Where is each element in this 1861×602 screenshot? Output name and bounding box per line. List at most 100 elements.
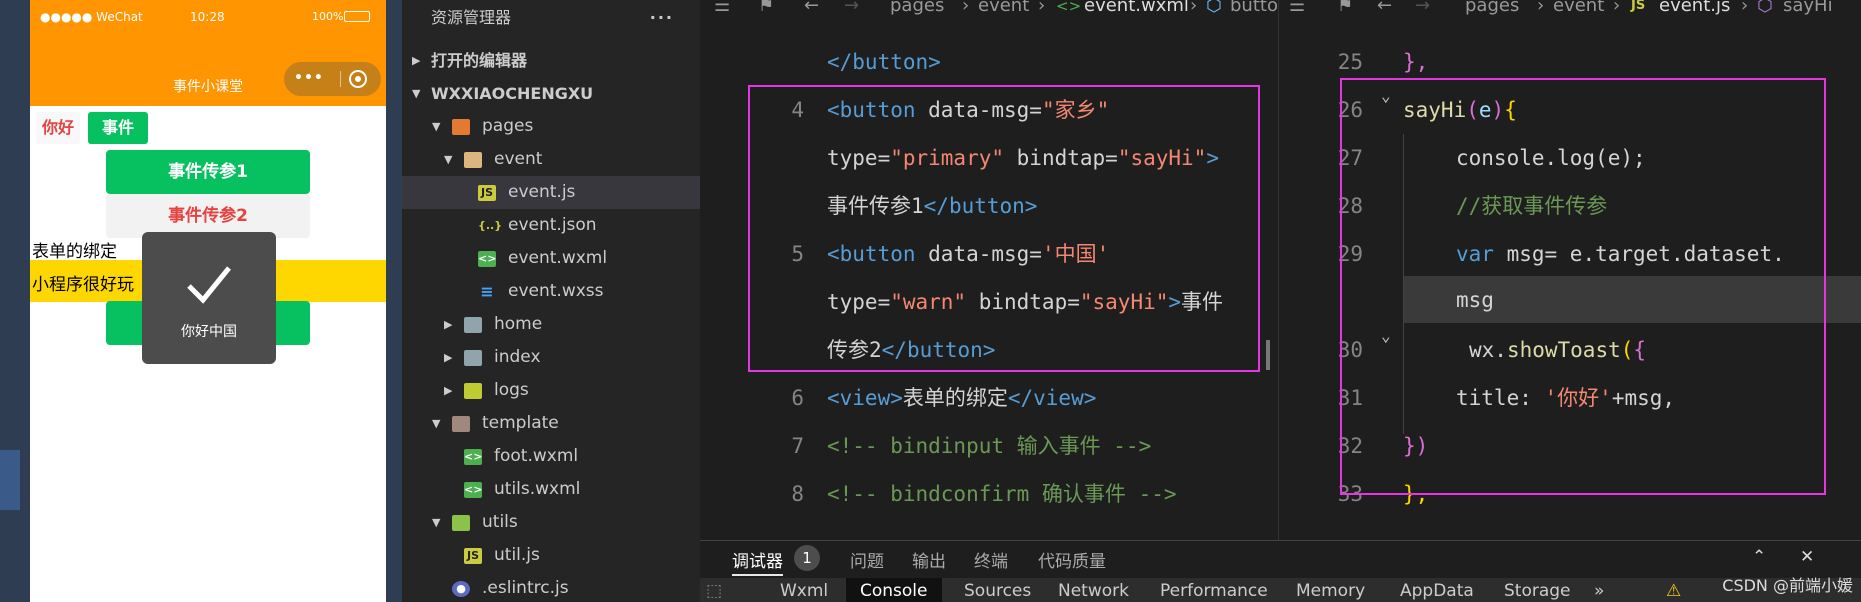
tree-item-event-wxml[interactable]: <> event.wxml <box>402 242 700 275</box>
hello-button[interactable]: 你好 <box>36 112 80 144</box>
tree-item-home[interactable]: ▶ home <box>402 308 700 341</box>
tree-item-util-js[interactable]: JS util.js <box>402 539 700 572</box>
tree-item-event-js[interactable]: JS event.js <box>402 176 700 209</box>
tab-console[interactable]: Console <box>846 578 942 602</box>
tab-terminal[interactable]: 终端 <box>974 547 1008 572</box>
toast: 你好中国 <box>142 232 276 364</box>
inspect-icon[interactable]: ⬚ <box>706 581 722 601</box>
breadcrumb-separator: › <box>1613 0 1621 16</box>
tree-item-label: pages <box>482 116 534 136</box>
tree-item-label: home <box>494 314 543 334</box>
chevron-right-icon: ▶ <box>444 351 453 364</box>
tab-sources[interactable]: Sources <box>964 581 1031 601</box>
tab-memory[interactable]: Memory <box>1296 581 1365 601</box>
chevron-right-icon: ▶ <box>444 384 453 397</box>
breadcrumb-pages[interactable]: pages <box>890 0 944 15</box>
breadcrumb-event[interactable]: event <box>978 0 1029 15</box>
code-token: </view> <box>1007 386 1097 410</box>
wxss-file-icon: ≡ <box>480 282 494 301</box>
open-editors-section[interactable]: ▶ 打开的编辑器 <box>402 44 700 77</box>
breadcrumb-separator: › <box>1190 0 1198 16</box>
menu-capsule[interactable]: ••• <box>284 62 381 96</box>
breadcrumb-pages[interactable]: pages <box>1465 0 1519 15</box>
tree-item-template[interactable]: ▼ template <box>402 407 700 440</box>
tab-output[interactable]: 输出 <box>912 547 946 572</box>
line-number: 25 <box>1337 50 1363 74</box>
back-arrow-icon[interactable]: ← <box>804 0 819 15</box>
simulator-frame: ●●●●● WeChat 10:28 100% 事件小课堂 ••• 你好 事件 … <box>0 0 402 602</box>
folder-open-icon <box>452 515 470 531</box>
event-button[interactable]: 事件 <box>88 112 148 144</box>
breadcrumb-symbol[interactable]: button <box>1230 0 1278 15</box>
tab-storage[interactable]: Storage <box>1504 581 1571 601</box>
chevron-right-icon: ▶ <box>444 318 453 331</box>
code-token: }, <box>1403 50 1429 74</box>
primary-button[interactable]: 事件传参1 <box>106 150 310 194</box>
warning-icon: ⚠ <box>1666 581 1682 601</box>
bookmark-icon[interactable]: ⚑ <box>1337 0 1353 15</box>
tree-item-label: .eslintrc.js <box>482 578 569 598</box>
wxml-editor[interactable]: ☰ ⚑ ← → pages › event › <> event.wxml › … <box>700 0 1278 540</box>
more-actions-icon[interactable]: ··· <box>650 0 674 36</box>
more-icon[interactable]: ••• <box>294 70 324 86</box>
debugger-count-badge: 1 <box>794 545 820 571</box>
left-edge-strip <box>0 450 20 510</box>
project-section[interactable]: ▼ WXXIAOCHENGXU <box>402 77 700 110</box>
tree-item-event-json[interactable]: {..} event.json <box>402 209 700 242</box>
tree-item-event[interactable]: ▼ event <box>402 143 700 176</box>
form-binding-text: 表单的绑定 <box>32 242 117 262</box>
list-icon[interactable]: ☰ <box>1289 0 1305 15</box>
tree-item-label: foot.wxml <box>494 446 579 466</box>
breadcrumb-file[interactable]: event.js <box>1659 0 1730 15</box>
wxml-file-icon: <> <box>1056 0 1082 15</box>
maximize-panel-icon[interactable]: ⌃ <box>1752 547 1766 567</box>
tree-item-foot-wxml[interactable]: <> foot.wxml <box>402 440 700 473</box>
tree-item-label: utils.wxml <box>494 479 581 499</box>
tree-item-logs[interactable]: ▶ logs <box>402 374 700 407</box>
tree-item-label: index <box>494 347 541 367</box>
list-icon[interactable]: ☰ <box>714 0 730 15</box>
tree-item-eslintrc[interactable]: ● .eslintrc.js <box>402 572 700 602</box>
close-panel-icon[interactable]: ✕ <box>1800 547 1814 567</box>
success-check-icon <box>187 266 231 304</box>
highlight-box <box>748 85 1260 372</box>
code-line: <view>表单的绑定</view> <box>827 374 1096 422</box>
line-number: 8 <box>791 482 804 506</box>
tree-item-index[interactable]: ▶ index <box>402 341 700 374</box>
folder-open-icon <box>452 119 470 135</box>
explorer-panel: 资源管理器 ··· ▶ 打开的编辑器 ▼ WXXIAOCHENGXU ▼ pag… <box>402 0 700 602</box>
breadcrumb-file[interactable]: event.wxml <box>1084 0 1189 15</box>
back-arrow-icon[interactable]: ← <box>1377 0 1392 15</box>
tree-item-label: template <box>482 413 559 433</box>
close-miniprogram-icon[interactable] <box>349 70 367 88</box>
tree-item-utils[interactable]: ▼ utils <box>402 506 700 539</box>
tab-performance[interactable]: Performance <box>1160 581 1268 601</box>
tab-code-quality[interactable]: 代码质量 <box>1038 547 1106 572</box>
js-editor[interactable]: ☰ ⚑ ← → pages › event › JS event.js › ⬡ … <box>1278 0 1861 540</box>
chevron-down-icon: ▼ <box>432 417 441 430</box>
tree-item-event-wxss[interactable]: ≡ event.wxss <box>402 275 700 308</box>
tab-debugger[interactable]: 调试器 <box>732 547 783 576</box>
chevron-right-icon: ▶ <box>412 54 421 67</box>
tab-network[interactable]: Network <box>1058 581 1129 601</box>
breadcrumb-symbol[interactable]: sayHi <box>1783 0 1833 15</box>
forward-arrow-icon[interactable]: → <box>844 0 859 15</box>
breadcrumb-event[interactable]: event <box>1553 0 1604 15</box>
json-file-icon: {..} <box>478 219 503 232</box>
tab-problems[interactable]: 问题 <box>850 547 884 572</box>
tree-item-pages[interactable]: ▼ pages <box>402 110 700 143</box>
tree-item-label: event.js <box>508 182 576 202</box>
forward-arrow-icon[interactable]: → <box>1415 0 1430 15</box>
panel-tabs: 调试器 1 问题 输出 终端 代码质量 ⌃ ✕ <box>700 541 1861 577</box>
devtools-tabs: ⬚ Wxml Console Sources Network Performan… <box>700 578 1861 602</box>
tree-item-utils-wxml[interactable]: <> utils.wxml <box>402 473 700 506</box>
more-tabs-icon[interactable]: » <box>1594 581 1604 601</box>
clock: 10:28 <box>190 10 225 24</box>
tab-wxml[interactable]: Wxml <box>780 581 828 601</box>
bookmark-icon[interactable]: ⚑ <box>758 0 774 15</box>
line-number: 7 <box>791 434 804 458</box>
code-token: 表单的绑定 <box>902 386 1008 410</box>
status-bar: ●●●●● WeChat 10:28 100% <box>30 0 386 36</box>
tab-appdata[interactable]: AppData <box>1400 581 1474 601</box>
sash-handle[interactable] <box>1266 340 1270 370</box>
